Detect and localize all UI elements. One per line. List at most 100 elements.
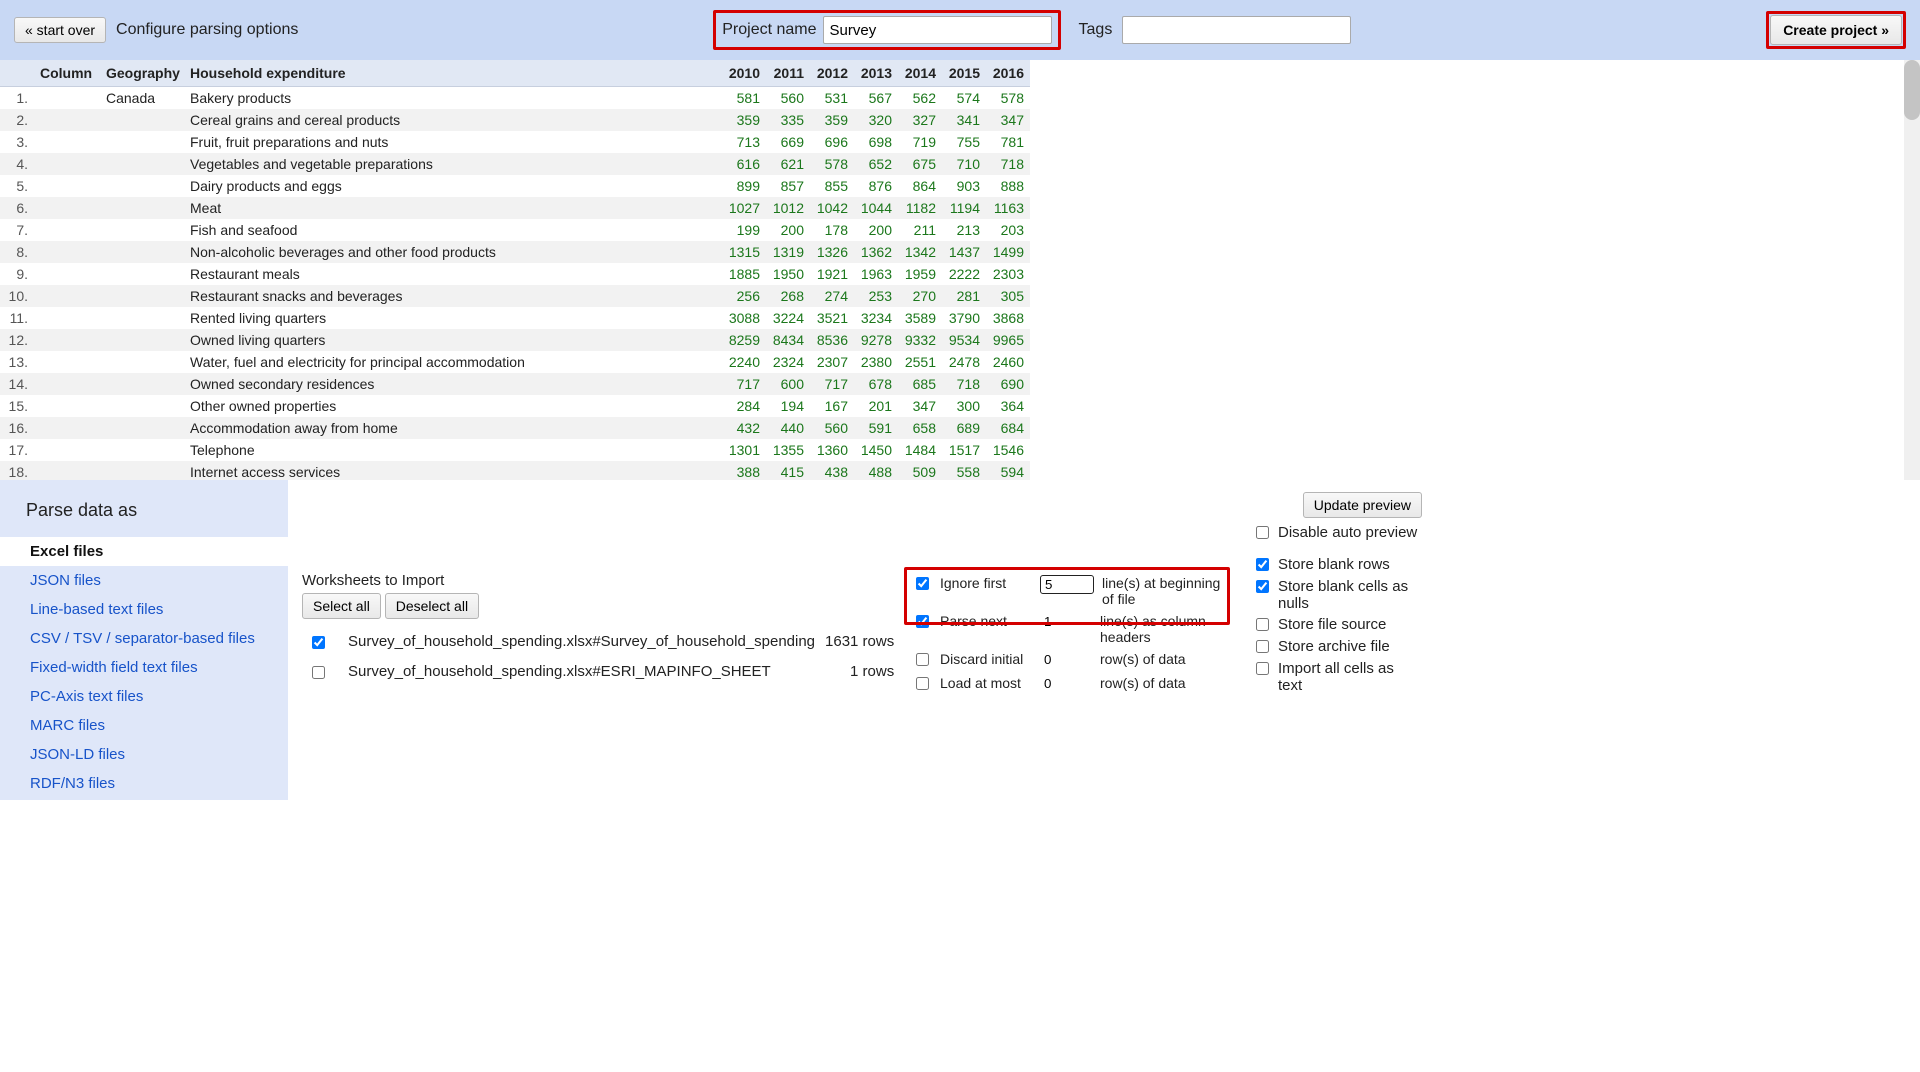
data-cell: 213	[942, 219, 986, 241]
start-over-button[interactable]: « start over	[14, 17, 106, 43]
data-cell: 581	[722, 87, 766, 110]
options-area: Worksheets to Import Select all Deselect…	[288, 480, 1920, 800]
import-all-text-checkbox[interactable]	[1256, 662, 1269, 675]
parse-options-column: Ignore first line(s) at beginning of fil…	[912, 492, 1232, 788]
data-cell: 1437	[942, 241, 986, 263]
data-cell: 2324	[766, 351, 810, 373]
text-cell	[100, 351, 184, 373]
deselect-all-button[interactable]: Deselect all	[385, 593, 479, 619]
format-item[interactable]: Fixed-width field text files	[0, 653, 288, 682]
data-cell: 8259	[722, 329, 766, 351]
table-row: 18.Internet access services3884154384885…	[0, 461, 1030, 480]
text-cell	[34, 395, 100, 417]
data-cell: 2240	[722, 351, 766, 373]
text-cell	[100, 307, 184, 329]
data-cell: 574	[942, 87, 986, 110]
data-cell: 3790	[942, 307, 986, 329]
format-item[interactable]: MARC files	[0, 711, 288, 740]
store-file-source-label: Store file source	[1278, 616, 1386, 633]
text-cell	[100, 417, 184, 439]
preview-scrollbar[interactable]	[1904, 60, 1920, 480]
discard-value[interactable]	[1040, 651, 1092, 668]
table-row: 8.Non-alcoholic beverages and other food…	[0, 241, 1030, 263]
format-item[interactable]: JSON files	[0, 566, 288, 595]
project-name-input[interactable]	[823, 16, 1052, 44]
preview-panel: ColumnGeographyHousehold expenditure2010…	[0, 60, 1920, 480]
create-project-button[interactable]: Create project »	[1770, 15, 1902, 45]
ignore-first-checkbox[interactable]	[916, 577, 929, 590]
text-cell	[34, 197, 100, 219]
store-blank-cells-checkbox[interactable]	[1256, 580, 1269, 593]
format-item[interactable]: CSV / TSV / separator-based files	[0, 624, 288, 653]
data-cell: 2380	[854, 351, 898, 373]
data-cell: 488	[854, 461, 898, 480]
load-at-most-value[interactable]	[1040, 675, 1092, 692]
store-blank-rows-checkbox[interactable]	[1256, 558, 1269, 571]
text-cell	[100, 395, 184, 417]
text-cell	[100, 175, 184, 197]
import-all-text-label: Import all cells as text	[1278, 660, 1422, 694]
text-cell	[100, 109, 184, 131]
data-cell: 719	[898, 131, 942, 153]
data-cell: 678	[854, 373, 898, 395]
data-cell: 560	[810, 417, 854, 439]
row-number: 15.	[0, 395, 34, 417]
tags-input[interactable]	[1122, 16, 1351, 44]
format-item[interactable]: JSON-LD files	[0, 740, 288, 769]
table-row: 4.Vegetables and vegetable preparations6…	[0, 153, 1030, 175]
ignore-first-value[interactable]	[1040, 575, 1094, 594]
data-cell: 1163	[986, 197, 1030, 219]
row-number: 14.	[0, 373, 34, 395]
data-cell: 281	[942, 285, 986, 307]
worksheet-rowcount: 1631 rows	[821, 629, 898, 657]
text-cell: Canada	[100, 87, 184, 110]
format-item[interactable]: RDF/N3 files	[0, 769, 288, 798]
format-item[interactable]: Excel files	[0, 537, 288, 566]
worksheet-checkbox[interactable]	[312, 636, 325, 649]
column-header: Geography	[100, 60, 184, 87]
discard-checkbox[interactable]	[916, 653, 929, 666]
worksheet-checkbox[interactable]	[312, 666, 325, 679]
text-cell: Rented living quarters	[184, 307, 722, 329]
data-cell: 9534	[942, 329, 986, 351]
text-cell: Bakery products	[184, 87, 722, 110]
data-cell: 621	[766, 153, 810, 175]
store-file-source-checkbox[interactable]	[1256, 618, 1269, 631]
data-cell: 1546	[986, 439, 1030, 461]
table-row: 10.Restaurant snacks and beverages256268…	[0, 285, 1030, 307]
data-cell: 562	[898, 87, 942, 110]
data-cell: 364	[986, 395, 1030, 417]
data-cell: 717	[810, 373, 854, 395]
format-item[interactable]: PC-Axis text files	[0, 682, 288, 711]
data-cell: 1012	[766, 197, 810, 219]
column-header: 2012	[810, 60, 854, 87]
data-cell: 594	[986, 461, 1030, 480]
store-archive-file-label: Store archive file	[1278, 638, 1390, 655]
table-row: 1.CanadaBakery products58156053156756257…	[0, 87, 1030, 110]
worksheet-name: Survey_of_household_spending.xlsx#Survey…	[344, 629, 819, 657]
update-preview-button[interactable]: Update preview	[1303, 492, 1422, 518]
data-cell: 855	[810, 175, 854, 197]
text-cell: Non-alcoholic beverages and other food p…	[184, 241, 722, 263]
format-item[interactable]: Line-based text files	[0, 595, 288, 624]
option-discard: Discard initial row(s) of data	[912, 648, 1232, 672]
data-cell: 347	[898, 395, 942, 417]
data-cell: 1301	[722, 439, 766, 461]
project-name-label: Project name	[722, 21, 816, 39]
select-all-button[interactable]: Select all	[302, 593, 381, 619]
disable-auto-checkbox[interactable]	[1256, 526, 1269, 539]
data-cell: 567	[854, 87, 898, 110]
data-cell: 388	[722, 461, 766, 480]
data-cell: 652	[854, 153, 898, 175]
text-cell	[100, 285, 184, 307]
store-archive-file-checkbox[interactable]	[1256, 640, 1269, 653]
data-cell: 509	[898, 461, 942, 480]
data-cell: 3088	[722, 307, 766, 329]
load-at-most-checkbox[interactable]	[916, 677, 929, 690]
parse-next-value[interactable]	[1040, 613, 1092, 630]
row-number: 4.	[0, 153, 34, 175]
data-cell: 1499	[986, 241, 1030, 263]
data-cell: 203	[986, 219, 1030, 241]
data-cell: 1319	[766, 241, 810, 263]
parse-next-checkbox[interactable]	[916, 615, 929, 628]
